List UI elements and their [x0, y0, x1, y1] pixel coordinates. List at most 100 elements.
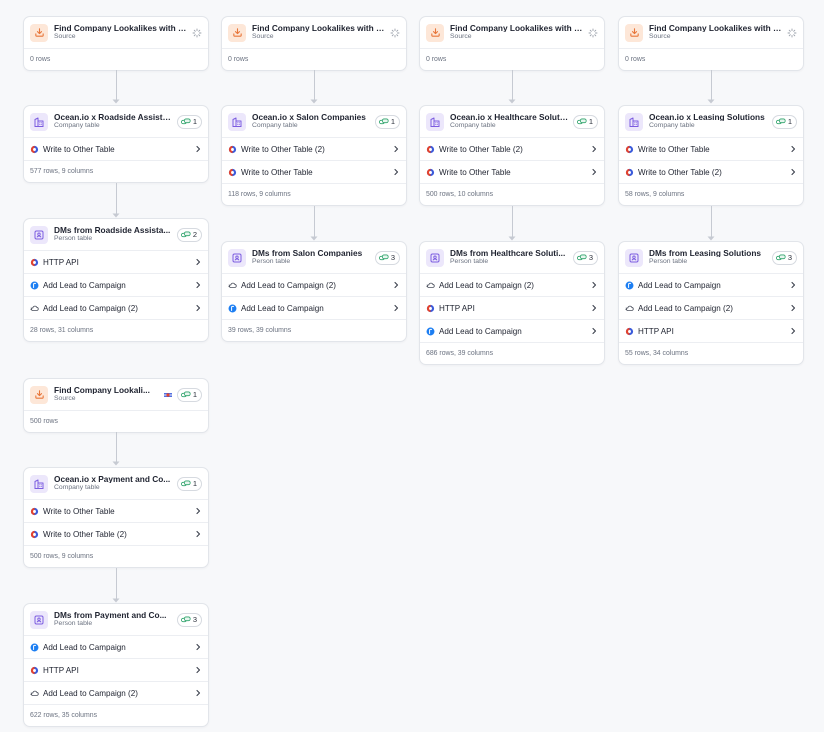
action-add-lead-to-campaign-2[interactable]: Add Lead to Campaign (2): [24, 682, 208, 705]
action-add-lead-to-campaign[interactable]: Add Lead to Campaign: [619, 274, 803, 297]
connection-badge[interactable]: 3: [771, 250, 797, 265]
person-table-card[interactable]: DMs from Payment and Co... Person table …: [23, 603, 209, 727]
card-header[interactable]: DMs from Healthcare Soluti... Person tab…: [420, 242, 604, 274]
action-write-to-other-table-2[interactable]: Write to Other Table (2): [420, 138, 604, 161]
action-http-api[interactable]: HTTP API: [619, 320, 803, 343]
badge-count: 1: [192, 479, 197, 488]
connector-arrow: [112, 568, 120, 603]
connection-badge[interactable]: 3: [572, 250, 598, 265]
download-tray-icon: [625, 23, 643, 42]
badge-count: 1: [588, 117, 593, 126]
person-table-card[interactable]: DMs from Roadside Assista... Person tabl…: [23, 218, 209, 342]
action-label: Write to Other Table: [43, 506, 115, 516]
connector-arrow: [310, 70, 318, 104]
action-add-lead-to-campaign-2[interactable]: Add Lead to Campaign (2): [24, 297, 208, 320]
card-header[interactable]: Ocean.io x Payment and Co... Company tab…: [24, 468, 208, 500]
person-table-card[interactable]: DMs from Salon Companies Person table 3 …: [221, 241, 407, 342]
building-icon: [426, 112, 444, 131]
person-table-card[interactable]: DMs from Healthcare Soluti... Person tab…: [419, 241, 605, 365]
action-label: Write to Other Table: [439, 167, 511, 177]
connection-badge[interactable]: 1: [176, 387, 202, 402]
company-table-card[interactable]: Ocean.io x Leasing Solutions Company tab…: [618, 105, 804, 206]
cloud-send-icon: [426, 281, 435, 290]
action-label: Add Lead to Campaign: [638, 280, 721, 290]
card-subtitle: Company table: [54, 484, 100, 492]
card-footer: 58 rows, 9 columns: [625, 191, 685, 198]
flag-icon: [163, 390, 173, 400]
card-header[interactable]: Find Company Lookali... Source 1: [24, 379, 208, 411]
card-header[interactable]: Find Company Lookalikes with O... Source: [222, 17, 406, 49]
company-table-card[interactable]: Ocean.io x Payment and Co... Company tab…: [23, 467, 209, 568]
card-header[interactable]: Ocean.io x Healthcare Soluti... Company …: [420, 106, 604, 138]
person-card-icon: [426, 248, 444, 267]
action-label: Write to Other Table (2): [43, 529, 127, 539]
chevron-right-icon: [194, 666, 202, 674]
card-header[interactable]: Ocean.io x Roadside Assista... Company t…: [24, 106, 208, 138]
source-card[interactable]: Find Company Lookalikes with O... Source…: [618, 16, 804, 71]
connection-badge[interactable]: 1: [374, 114, 400, 129]
card-title: Find Company Lookalikes with O...: [450, 23, 584, 33]
action-label: Add Lead to Campaign (2): [241, 280, 336, 290]
badge-count: 3: [192, 615, 197, 624]
link-chain-icon: [379, 254, 389, 262]
source-card[interactable]: Find Company Lookalikes with O... Source…: [419, 16, 605, 71]
action-add-lead-to-campaign-2[interactable]: Add Lead to Campaign (2): [420, 274, 604, 297]
action-write-to-other-table-2[interactable]: Write to Other Table (2): [24, 523, 208, 546]
action-write-to-other-table[interactable]: Write to Other Table: [420, 161, 604, 184]
action-write-to-other-table-2[interactable]: Write to Other Table (2): [222, 138, 406, 161]
action-add-lead-to-campaign[interactable]: Add Lead to Campaign: [24, 636, 208, 659]
source-card[interactable]: Find Company Lookalikes with O... Source…: [23, 16, 209, 71]
card-subtitle: Company table: [450, 122, 496, 130]
card-header[interactable]: Find Company Lookalikes with O... Source: [619, 17, 803, 49]
company-table-card[interactable]: Ocean.io x Salon Companies Company table…: [221, 105, 407, 206]
action-add-lead-to-campaign-2[interactable]: Add Lead to Campaign (2): [222, 274, 406, 297]
action-write-to-other-table[interactable]: Write to Other Table: [24, 138, 208, 161]
card-title: Find Company Lookalikes with O...: [649, 23, 783, 33]
company-table-card[interactable]: Ocean.io x Healthcare Soluti... Company …: [419, 105, 605, 206]
card-footer: 500 rows, 10 columns: [426, 191, 494, 198]
action-http-api[interactable]: HTTP API: [24, 251, 208, 274]
connection-badge[interactable]: 3: [374, 250, 400, 265]
card-title: DMs from Roadside Assista...: [54, 225, 171, 235]
source-card[interactable]: Find Company Lookalikes with O... Source…: [221, 16, 407, 71]
action-write-to-other-table[interactable]: Write to Other Table: [24, 500, 208, 523]
action-http-api[interactable]: HTTP API: [420, 297, 604, 320]
connection-badge[interactable]: 3: [176, 612, 202, 627]
lemlist-logo-icon: [228, 304, 237, 313]
card-header[interactable]: Find Company Lookalikes with O... Source: [420, 17, 604, 49]
action-add-lead-to-campaign-2[interactable]: Add Lead to Campaign (2): [619, 297, 803, 320]
chevron-right-icon: [392, 281, 400, 289]
card-header[interactable]: DMs from Payment and Co... Person table …: [24, 604, 208, 636]
card-title: Ocean.io x Payment and Co...: [54, 474, 171, 484]
company-table-card[interactable]: Ocean.io x Roadside Assista... Company t…: [23, 105, 209, 183]
connection-badge[interactable]: 1: [572, 114, 598, 129]
card-header[interactable]: DMs from Roadside Assista... Person tabl…: [24, 219, 208, 251]
connection-badge[interactable]: 1: [176, 114, 202, 129]
action-write-to-other-table[interactable]: Write to Other Table: [222, 161, 406, 184]
action-label: Add Lead to Campaign (2): [43, 688, 138, 698]
connection-badge[interactable]: 2: [176, 227, 202, 242]
card-header[interactable]: Find Company Lookalikes with O... Source: [24, 17, 208, 49]
connection-badge[interactable]: 1: [176, 476, 202, 491]
badge-count: 1: [787, 117, 792, 126]
person-card-icon: [625, 248, 643, 267]
person-table-card[interactable]: DMs from Leasing Solutions Person table …: [618, 241, 804, 365]
action-add-lead-to-campaign[interactable]: Add Lead to Campaign: [420, 320, 604, 343]
connection-badge[interactable]: 1: [771, 114, 797, 129]
source-card[interactable]: Find Company Lookali... Source 1 500 row…: [23, 378, 209, 433]
action-write-to-other-table[interactable]: Write to Other Table: [619, 138, 803, 161]
action-add-lead-to-campaign[interactable]: Add Lead to Campaign: [24, 274, 208, 297]
action-add-lead-to-campaign[interactable]: Add Lead to Campaign: [222, 297, 406, 320]
card-header[interactable]: Ocean.io x Leasing Solutions Company tab…: [619, 106, 803, 138]
spinner-icon: [390, 28, 400, 38]
card-header[interactable]: Ocean.io x Salon Companies Company table…: [222, 106, 406, 138]
card-title: DMs from Leasing Solutions: [649, 248, 762, 258]
action-http-api[interactable]: HTTP API: [24, 659, 208, 682]
clay-logo-icon: [625, 145, 634, 154]
card-header[interactable]: DMs from Leasing Solutions Person table …: [619, 242, 803, 274]
link-chain-icon: [181, 616, 191, 624]
link-chain-icon: [776, 254, 786, 262]
card-header[interactable]: DMs from Salon Companies Person table 3: [222, 242, 406, 274]
action-write-to-other-table-2[interactable]: Write to Other Table (2): [619, 161, 803, 184]
chevron-right-icon: [590, 281, 598, 289]
